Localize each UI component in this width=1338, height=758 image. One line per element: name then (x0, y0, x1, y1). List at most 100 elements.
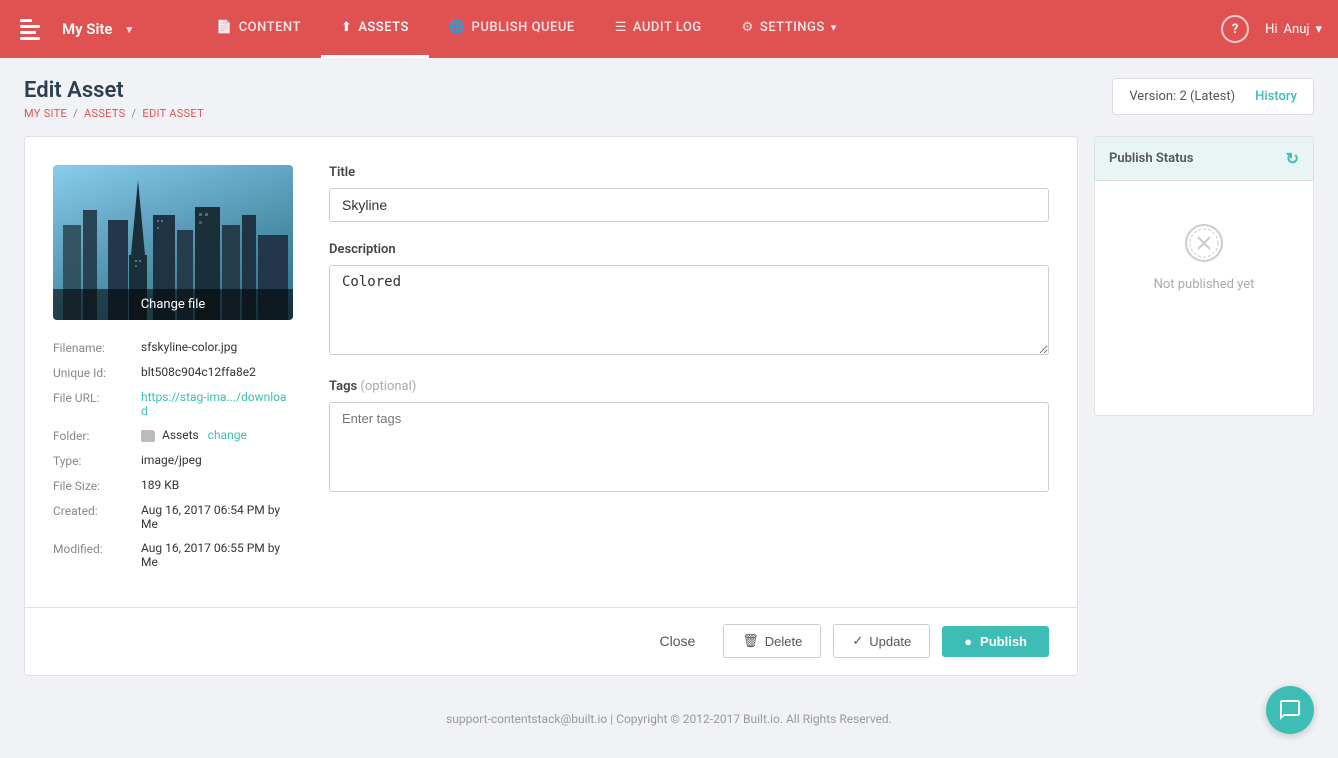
breadcrumb: MY SITE / ASSETS / EDIT ASSET (24, 107, 204, 120)
type-value: image/jpeg (141, 453, 293, 467)
description-textarea[interactable]: Colored (329, 265, 1049, 355)
page-content: Edit Asset MY SITE / ASSETS / EDIT ASSET… (0, 58, 1338, 696)
sidebar: Publish Status ↻ Not published yet (1094, 136, 1314, 416)
card-area: Change file Filename: sfskyline-color.jp… (24, 136, 1314, 676)
nav-content[interactable]: 📄 CONTENT (196, 0, 321, 58)
breadcrumb-mysite[interactable]: MY SITE (24, 107, 67, 120)
meta-type: Type: image/jpeg (53, 453, 293, 468)
file-size-value: 189 KB (141, 478, 293, 492)
site-logo[interactable]: My Site ▾ (16, 11, 196, 47)
publish-status-header: Publish Status ↻ (1095, 137, 1313, 181)
nav-links: 📄 CONTENT ⬆ ASSETS 🌐 PUBLISH QUEUE ☰ AUD… (196, 0, 1221, 58)
title-input[interactable] (329, 188, 1049, 222)
nav-content-label: CONTENT (239, 20, 301, 35)
user-name: Anuj (1284, 22, 1310, 37)
copyright-text: support-contentstack@built.io | Copyrigh… (446, 712, 892, 726)
form-section: Title Description Colored Tags (optional… (329, 165, 1049, 579)
publish-status-body: Not published yet (1095, 181, 1313, 332)
description-group: Description Colored (329, 242, 1049, 359)
publish-status-box: Publish Status ↻ Not published yet (1094, 136, 1314, 416)
folder-value: Assets change (141, 428, 293, 442)
refresh-icon[interactable]: ↻ (1286, 149, 1299, 168)
nav-settings[interactable]: ⚙ SETTINGS ▾ (722, 0, 857, 58)
update-button[interactable]: ✓ Update (833, 624, 930, 658)
modified-label: Modified: (53, 541, 133, 556)
tags-group: Tags (optional) (329, 379, 1049, 492)
title-group: Title (329, 165, 1049, 222)
history-link[interactable]: History (1255, 89, 1297, 104)
version-label: Version: 2 (Latest) (1129, 89, 1235, 104)
site-dropdown-icon[interactable]: ▾ (126, 23, 132, 36)
main-card: Change file Filename: sfskyline-color.jp… (24, 136, 1078, 676)
close-button[interactable]: Close (643, 625, 711, 657)
meta-file-url: File URL: https://stag-ima.../download (53, 390, 293, 418)
topnav: My Site ▾ 📄 CONTENT ⬆ ASSETS 🌐 PUBLISH Q… (0, 0, 1338, 58)
file-url-label: File URL: (53, 390, 133, 405)
page-title-section: Edit Asset MY SITE / ASSETS / EDIT ASSET (24, 78, 204, 120)
meta-folder: Folder: Assets change (53, 428, 293, 443)
meta-filename: Filename: sfskyline-color.jpg (53, 340, 293, 355)
nav-publish-queue-label: PUBLISH QUEUE (472, 20, 575, 35)
delete-icon: 🗑 (742, 633, 759, 649)
description-label: Description (329, 242, 1049, 257)
file-size-label: File Size: (53, 478, 133, 493)
nav-assets-label: ASSETS (358, 20, 409, 35)
footer-bar: Close 🗑 Delete ✓ Update ● Publish (25, 607, 1077, 674)
title-label: Title (329, 165, 1049, 180)
topnav-right: ? Hi Anuj ▾ (1221, 15, 1322, 43)
unique-id-label: Unique Id: (53, 365, 133, 380)
nav-assets[interactable]: ⬆ ASSETS (321, 0, 429, 58)
nav-audit-log-label: AUDIT LOG (633, 20, 702, 35)
file-url-value[interactable]: https://stag-ima.../download (141, 390, 293, 418)
change-file-button[interactable]: Change file (53, 289, 293, 320)
meta-modified: Modified: Aug 16, 2017 06:55 PM by Me (53, 541, 293, 569)
version-box: Version: 2 (Latest) History (1112, 78, 1314, 115)
image-section: Change file Filename: sfskyline-color.jp… (53, 165, 293, 579)
tags-label: Tags (optional) (329, 379, 1049, 394)
publish-queue-icon: 🌐 (449, 20, 466, 35)
audit-log-icon: ☰ (615, 20, 627, 35)
filename-label: Filename: (53, 340, 133, 355)
chat-button[interactable] (1266, 686, 1314, 734)
delete-button[interactable]: 🗑 Delete (723, 624, 821, 658)
update-icon: ✓ (852, 633, 863, 649)
nav-audit-log[interactable]: ☰ AUDIT LOG (595, 0, 722, 58)
page-title: Edit Asset (24, 78, 204, 103)
settings-icon: ⚙ (742, 20, 754, 35)
not-published-icon (1182, 221, 1226, 265)
site-name: My Site (62, 20, 112, 38)
assets-icon: ⬆ (341, 20, 352, 35)
publish-icon: ● (964, 634, 972, 649)
content-icon: 📄 (216, 20, 233, 35)
help-button[interactable]: ? (1221, 15, 1249, 43)
main-card-body: Change file Filename: sfskyline-color.jp… (25, 137, 1077, 607)
user-menu[interactable]: Hi Anuj ▾ (1265, 22, 1322, 37)
folder-label: Folder: (53, 428, 133, 443)
file-meta: Filename: sfskyline-color.jpg Unique Id:… (53, 340, 293, 569)
unique-id-value: blt508c904c12ffa8e2 (141, 365, 293, 379)
created-label: Created: (53, 503, 133, 518)
type-label: Type: (53, 453, 133, 468)
meta-unique-id: Unique Id: blt508c904c12ffa8e2 (53, 365, 293, 380)
change-folder-link[interactable]: change (208, 428, 247, 442)
nav-settings-label: SETTINGS (760, 20, 825, 35)
nav-publish-queue[interactable]: 🌐 PUBLISH QUEUE (429, 0, 595, 58)
user-greeting: Hi (1265, 22, 1277, 37)
modified-value: Aug 16, 2017 06:55 PM by Me (141, 541, 293, 569)
created-value: Aug 16, 2017 06:54 PM by Me (141, 503, 293, 531)
meta-file-size: File Size: 189 KB (53, 478, 293, 493)
settings-dropdown-icon: ▾ (831, 21, 837, 34)
meta-created: Created: Aug 16, 2017 06:54 PM by Me (53, 503, 293, 531)
tags-input[interactable] (342, 411, 518, 426)
asset-image-container: Change file (53, 165, 293, 320)
tags-container[interactable] (329, 402, 1049, 492)
site-footer: support-contentstack@built.io | Copyrigh… (0, 696, 1338, 742)
filename-value: sfskyline-color.jpg (141, 340, 293, 354)
breadcrumb-assets[interactable]: ASSETS (84, 107, 125, 120)
breadcrumb-edit-asset: EDIT ASSET (142, 107, 204, 120)
publish-button[interactable]: ● Publish (942, 626, 1049, 657)
page-header: Edit Asset MY SITE / ASSETS / EDIT ASSET… (24, 78, 1314, 120)
logo-icon (16, 11, 52, 47)
user-dropdown-icon: ▾ (1315, 22, 1322, 37)
publish-status-title: Publish Status (1109, 151, 1193, 166)
